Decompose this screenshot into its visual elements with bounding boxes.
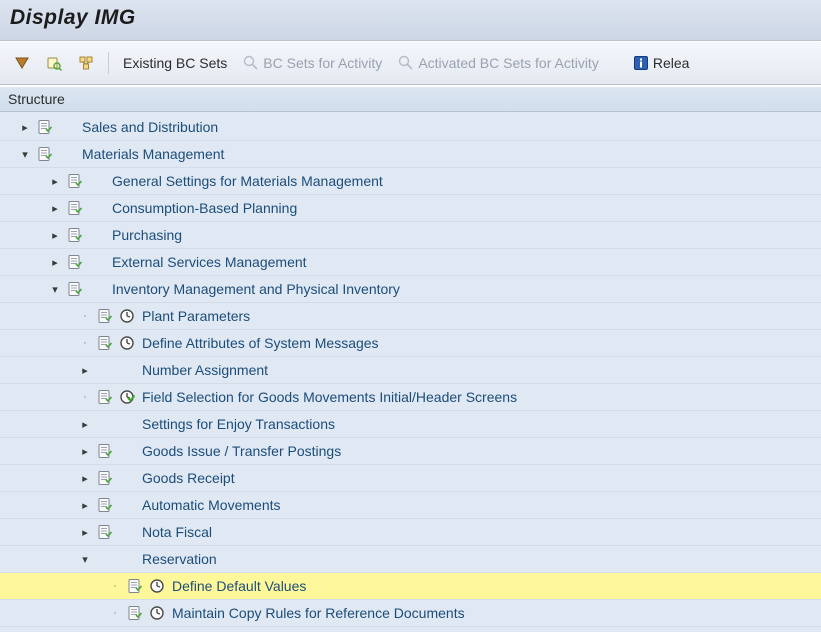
expand-icon[interactable] <box>78 364 92 377</box>
tree-node-label: Goods Issue / Transfer Postings <box>138 443 341 459</box>
bullet-icon <box>108 607 122 619</box>
tree-node-label: Purchasing <box>108 227 182 243</box>
tree-node-label: Goods Receipt <box>138 470 235 486</box>
tree-node-label: Maintain Copy Rules for Reference Docume… <box>168 605 465 621</box>
tree-node[interactable]: Sales and Distribution <box>0 114 821 141</box>
release-notes-button[interactable]: Relea <box>627 49 696 77</box>
img-activity-doc-icon[interactable] <box>64 173 86 189</box>
img-activity-doc-icon[interactable] <box>94 524 116 540</box>
execute-activity-icon[interactable] <box>146 605 168 621</box>
img-activity-doc-icon[interactable] <box>64 200 86 216</box>
collapse-icon[interactable] <box>78 553 92 566</box>
execute-activity-icon[interactable] <box>146 578 168 594</box>
structure-header: Structure <box>0 86 821 112</box>
release-notes-label: Relea <box>653 55 690 71</box>
expand-icon[interactable] <box>48 256 62 269</box>
toolbar-separator <box>108 52 109 74</box>
tree-node[interactable]: Plant Parameters <box>0 303 821 330</box>
tree-node[interactable]: General Settings for Materials Managemen… <box>0 168 821 195</box>
img-activity-doc-icon[interactable] <box>94 497 116 513</box>
tree-node-label: Automatic Movements <box>138 497 281 513</box>
tree-node[interactable]: Set Dynamic Availability Check <box>0 627 821 632</box>
img-activity-doc-icon[interactable] <box>34 146 56 162</box>
img-activity-doc-icon[interactable] <box>124 605 146 621</box>
tree-node-label: Consumption-Based Planning <box>108 200 297 216</box>
tree-node[interactable]: External Services Management <box>0 249 821 276</box>
tree-node-label: Sales and Distribution <box>78 119 218 135</box>
bullet-icon <box>78 391 92 403</box>
img-activity-doc-icon[interactable] <box>124 578 146 594</box>
expand-icon[interactable] <box>18 121 32 134</box>
tree-node[interactable]: Consumption-Based Planning <box>0 195 821 222</box>
tree-node-label: Define Attributes of System Messages <box>138 335 379 351</box>
tree-node-label: Plant Parameters <box>138 308 250 324</box>
tree-node[interactable]: Settings for Enjoy Transactions <box>0 411 821 438</box>
img-tree: Sales and Distribution Materials Manageme… <box>0 112 821 632</box>
img-activity-doc-icon[interactable] <box>94 443 116 459</box>
tree-node-label: Define Default Values <box>168 578 306 594</box>
tree-node-label: Number Assignment <box>138 362 268 378</box>
tree-node[interactable]: Define Attributes of System Messages <box>0 330 821 357</box>
tree-node[interactable]: Purchasing <box>0 222 821 249</box>
bc-sets-for-activity-button: BC Sets for Activity <box>237 49 388 77</box>
page-title: Display IMG <box>10 6 136 29</box>
expand-icon[interactable] <box>78 472 92 485</box>
img-activity-doc-icon[interactable] <box>64 281 86 297</box>
existing-bc-sets-label: Existing BC Sets <box>123 55 227 71</box>
tree-node[interactable]: Inventory Management and Physical Invent… <box>0 276 821 303</box>
tree-node-label: Inventory Management and Physical Invent… <box>108 281 400 297</box>
tree-node[interactable]: Automatic Movements <box>0 492 821 519</box>
img-activity-doc-icon[interactable] <box>64 254 86 270</box>
expand-all-button[interactable] <box>8 49 36 77</box>
expand-icon[interactable] <box>48 202 62 215</box>
img-activity-doc-icon[interactable] <box>34 119 56 135</box>
find-button[interactable] <box>40 49 68 77</box>
execute-activity-icon[interactable] <box>116 389 138 405</box>
tree-wrap: Structure Sales and Distribution Material… <box>0 85 821 632</box>
bc-sets-for-activity-label: BC Sets for Activity <box>263 55 382 71</box>
tree-node[interactable]: Field Selection for Goods Movements Init… <box>0 384 821 411</box>
where-used-button[interactable] <box>72 49 100 77</box>
tree-node[interactable]: Define Default Values <box>0 573 821 600</box>
expand-icon[interactable] <box>78 499 92 512</box>
tree-node-label: Nota Fiscal <box>138 524 212 540</box>
expand-icon[interactable] <box>48 175 62 188</box>
title-bar: Display IMG <box>0 0 821 41</box>
tree-node-label: Reservation <box>138 551 217 567</box>
collapse-icon[interactable] <box>18 148 32 161</box>
tree-node[interactable]: Reservation <box>0 546 821 573</box>
bullet-icon <box>108 580 122 592</box>
activated-bc-sets-for-activity-button: Activated BC Sets for Activity <box>392 49 605 77</box>
tree-node[interactable]: Materials Management <box>0 141 821 168</box>
tree-node[interactable]: Maintain Copy Rules for Reference Docume… <box>0 600 821 627</box>
expand-icon[interactable] <box>78 526 92 539</box>
execute-activity-icon[interactable] <box>116 308 138 324</box>
img-activity-doc-icon[interactable] <box>94 389 116 405</box>
img-activity-doc-icon[interactable] <box>94 470 116 486</box>
expand-icon[interactable] <box>48 229 62 242</box>
expand-icon[interactable] <box>78 418 92 431</box>
tree-node-label: External Services Management <box>108 254 307 270</box>
img-activity-doc-icon[interactable] <box>94 335 116 351</box>
expand-icon[interactable] <box>78 445 92 458</box>
tree-node[interactable]: Goods Issue / Transfer Postings <box>0 438 821 465</box>
tree-node-label: General Settings for Materials Managemen… <box>108 173 383 189</box>
bullet-icon <box>78 310 92 322</box>
tree-node[interactable]: Goods Receipt <box>0 465 821 492</box>
bullet-icon <box>78 337 92 349</box>
tree-node[interactable]: Number Assignment <box>0 357 821 384</box>
img-activity-doc-icon[interactable] <box>64 227 86 243</box>
toolbar: Existing BC Sets BC Sets for Activity Ac… <box>0 41 821 85</box>
tree-node-label: Materials Management <box>78 146 224 162</box>
tree-node-label: Field Selection for Goods Movements Init… <box>138 389 517 405</box>
tree-node[interactable]: Nota Fiscal <box>0 519 821 546</box>
tree-node-label: Settings for Enjoy Transactions <box>138 416 335 432</box>
activated-bc-sets-for-activity-label: Activated BC Sets for Activity <box>418 55 599 71</box>
img-activity-doc-icon[interactable] <box>94 308 116 324</box>
existing-bc-sets-button[interactable]: Existing BC Sets <box>117 49 233 77</box>
collapse-icon[interactable] <box>48 283 62 296</box>
execute-activity-icon[interactable] <box>116 335 138 351</box>
